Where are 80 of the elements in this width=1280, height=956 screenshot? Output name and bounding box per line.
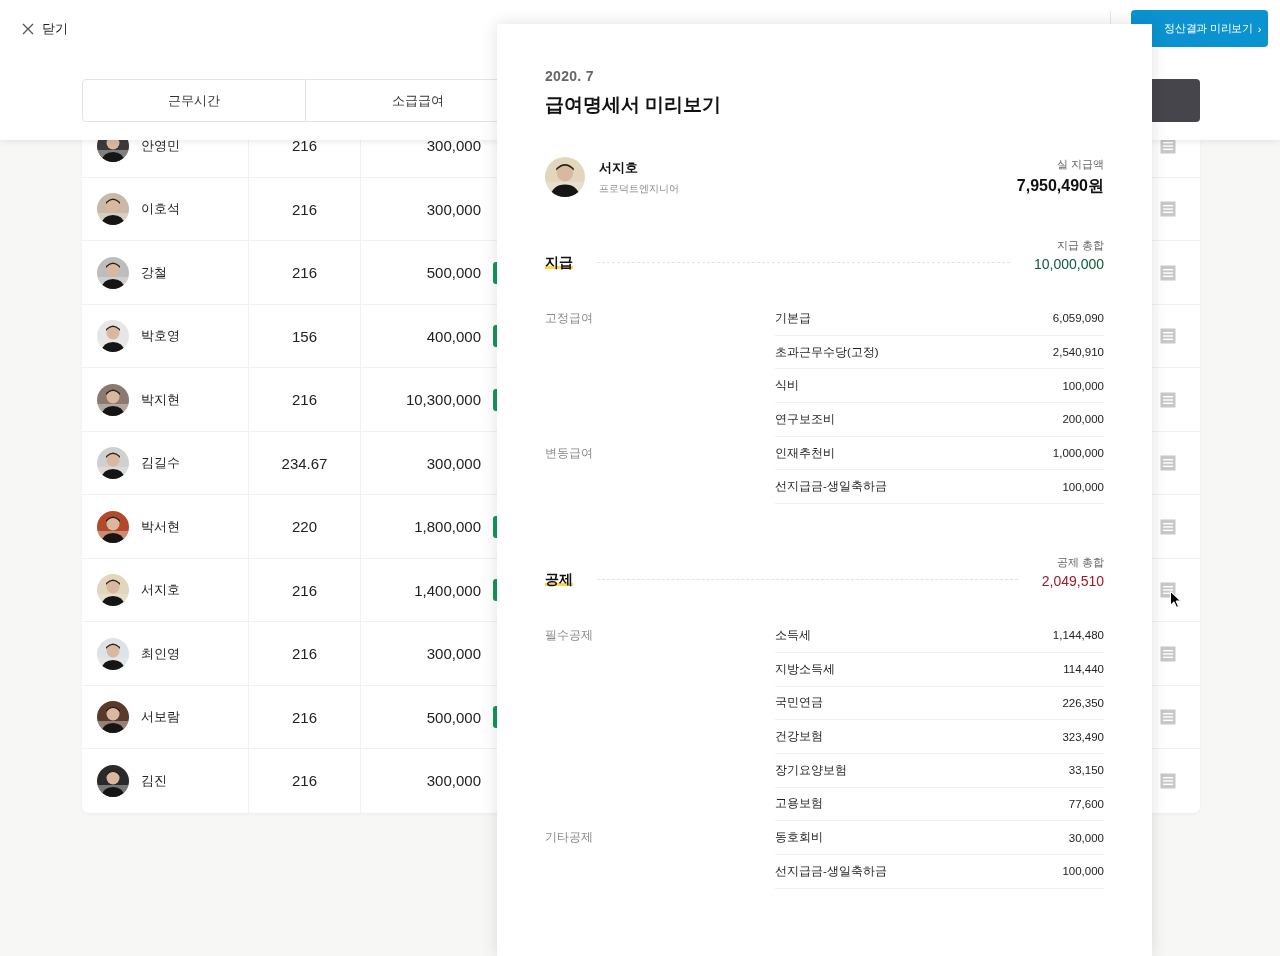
hours-cell: 216 (249, 368, 361, 431)
group-label: 기타공제 (545, 829, 594, 847)
item-amount: 33,150 (1068, 764, 1104, 777)
total-label: 지급 총합 (1056, 239, 1104, 253)
employee-name: 최인영 (141, 644, 180, 663)
item-name: 인재추천비 (775, 445, 835, 461)
hours-cell: 216 (249, 558, 361, 622)
item-name: 건강보험 (775, 729, 823, 745)
tab[interactable]: 근무시간 (82, 79, 306, 122)
item-name: 국민연금 (775, 695, 823, 711)
item-amount: 100,000 (1062, 379, 1104, 392)
item-amount: 323,490 (1062, 730, 1104, 743)
employee-name: 서지호 (599, 158, 639, 177)
net-pay-label: 실 지급액 (1056, 157, 1104, 172)
amount-cell-text: 1,800,000 (413, 518, 482, 535)
amount-cell-text: 10,300,000 (404, 391, 482, 408)
item-amount: 1,144,480 (1052, 629, 1104, 642)
hours-cell: 220 (249, 495, 361, 558)
employee-name: 이호석 (141, 200, 180, 218)
hours-cell: 156 (249, 304, 361, 368)
hours-cell: 216 (249, 749, 361, 813)
item-name: 동호회비 (775, 830, 823, 846)
cursor-icon (1170, 591, 1181, 608)
item-name: 선지급금-생일축하금 (775, 479, 887, 495)
hours-cell: 216 (249, 177, 361, 241)
item-name: 지방소득세 (775, 661, 835, 677)
group-label: 변동급여 (545, 444, 594, 462)
item-amount: 6,059,090 (1052, 312, 1104, 325)
item-amount: 1,000,000 (1052, 447, 1104, 460)
employee-name: 서지호 (141, 581, 180, 599)
item-name: 기본급 (775, 310, 811, 326)
item-name: 초과근무수당(고정) (775, 344, 879, 360)
employee-role: 프로덕트엔지니어 (599, 181, 679, 196)
item-amount: 100,000 (1062, 480, 1104, 493)
net-pay-amount: 7,950,490원 (1016, 175, 1104, 196)
amount-cell-text: 300,000 (425, 645, 482, 662)
item-amount: 200,000 (1062, 413, 1104, 426)
item-amount: 226,350 (1062, 696, 1104, 709)
amount-cell-text: 300,000 (425, 200, 482, 218)
employee-name: 박호영 (141, 327, 180, 345)
hours-cell: 216 (249, 685, 361, 749)
item-amount: 30,000 (1068, 831, 1104, 844)
item-amount: 2,540,910 (1052, 346, 1104, 359)
total-label: 공제 총합 (1056, 556, 1104, 571)
section-title: 공제 (545, 571, 573, 590)
close-icon (22, 22, 34, 35)
amount-cell-text: 300,000 (425, 137, 482, 154)
employee-name: 서보람 (141, 708, 180, 726)
hours-cell: 216 (249, 622, 361, 685)
employee-name: 김진 (141, 771, 167, 790)
item-amount: 100,000 (1062, 865, 1104, 878)
amount-cell-text: 500,000 (425, 264, 482, 281)
item-name: 소득세 (775, 627, 811, 643)
section-total: 2,049,510 (1041, 573, 1104, 590)
employee-name: 박서현 (141, 517, 180, 536)
employee-name: 안영민 (141, 136, 180, 155)
group-label: 필수공제 (545, 627, 594, 645)
panel-title: 급여명세서 미리보기 (545, 93, 723, 117)
amount-cell-text: 1,400,000 (413, 581, 482, 599)
item-name: 고용보험 (775, 796, 823, 812)
item-name: 선지급금-생일축하금 (775, 863, 887, 879)
item-amount: 77,600 (1068, 797, 1104, 810)
employee-name: 박지현 (141, 390, 180, 409)
period-label: 2020. 7 (545, 68, 595, 84)
amount-cell-text: 300,000 (425, 454, 482, 472)
hours-cell: 234.67 (249, 431, 361, 495)
item-name: 장기요양보험 (775, 762, 847, 778)
amount-cell-text: 400,000 (425, 327, 482, 345)
amount-cell-text: 300,000 (425, 772, 482, 790)
section-total: 10,000,000 (1033, 256, 1104, 272)
group-label: 고정급여 (545, 310, 594, 327)
employee-name: 강철 (141, 263, 167, 282)
employee-name: 김길수 (141, 454, 180, 472)
section-title: 지급 (545, 254, 573, 272)
close-button[interactable]: 닫기 (22, 19, 68, 38)
item-name: 연구보조비 (775, 411, 835, 427)
item-name: 식비 (775, 378, 799, 394)
item-amount: 114,440 (1063, 663, 1104, 676)
hours-cell: 216 (249, 241, 361, 304)
amount-cell-text: 500,000 (425, 708, 482, 726)
